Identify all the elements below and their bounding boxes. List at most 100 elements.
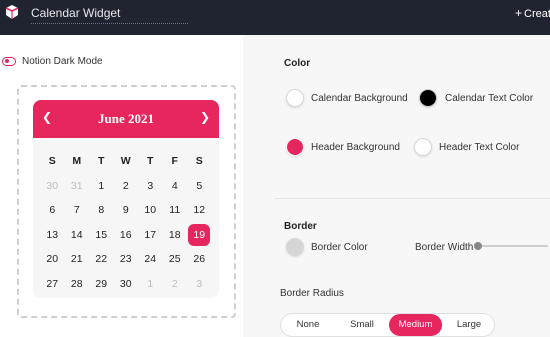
header-text-color-swatch[interactable] (414, 138, 432, 156)
create-label: Creat (524, 8, 550, 20)
day-number: 29 (95, 277, 108, 290)
calendar-day[interactable]: 29 (89, 272, 114, 297)
calendar-day[interactable]: 10 (138, 198, 163, 223)
calendar-day[interactable]: 7 (114, 296, 139, 298)
calendar-day[interactable]: 9 (163, 296, 188, 298)
dark-mode-toggle[interactable] (2, 57, 16, 66)
header-text-color-label: Header Text Color (439, 142, 520, 153)
calendar-day[interactable]: 4 (163, 174, 188, 199)
day-number: 23 (119, 253, 132, 265)
day-number: 24 (144, 253, 157, 265)
day-number: 14 (70, 228, 83, 241)
section-divider (275, 198, 550, 199)
calendar-background-label: Calendar Background (311, 93, 408, 104)
calendar-day[interactable]: 30 (114, 272, 139, 297)
color-section-title: Color (284, 58, 311, 69)
day-number: 1 (147, 277, 154, 290)
calendar-day[interactable]: 17 (138, 223, 163, 248)
calendar-day[interactable]: 30 (40, 174, 65, 199)
calendar-day[interactable]: 13 (40, 223, 65, 248)
calendar-day[interactable]: 31 (65, 174, 90, 199)
day-number: 10 (144, 204, 157, 216)
day-number: 30 (119, 277, 132, 290)
day-number: 20 (46, 253, 59, 265)
dark-mode-label: Notion Dark Mode (22, 56, 103, 67)
toggle-knob (4, 59, 9, 64)
day-number: 7 (73, 204, 80, 216)
radius-option-small[interactable]: Small (337, 314, 387, 336)
radius-option-medium[interactable]: Medium (389, 314, 442, 336)
calendar-day[interactable]: 28 (65, 272, 90, 297)
calendar-day[interactable]: 22 (89, 247, 114, 272)
calendar-day[interactable]: 8 (138, 296, 163, 298)
day-number: 17 (144, 228, 157, 241)
calendar-day[interactable]: 23 (114, 247, 139, 272)
calendar-day[interactable]: 3 (138, 174, 163, 199)
calendar-day[interactable]: 14 (65, 223, 90, 248)
top-bar: Calendar Widget + Creat (0, 0, 550, 35)
day-number: 6 (49, 204, 56, 216)
day-number: 31 (70, 179, 83, 192)
day-number: 25 (168, 253, 181, 265)
day-number: 9 (122, 204, 129, 216)
radius-option-large[interactable]: Large (444, 314, 494, 336)
weekday-header: W (120, 155, 131, 167)
calendar-text-color-swatch[interactable] (419, 89, 437, 107)
calendar-day[interactable]: 2 (114, 174, 139, 199)
border-color-swatch[interactable] (286, 238, 304, 256)
day-number: 26 (193, 253, 206, 265)
calendar-day[interactable]: 2 (163, 272, 188, 297)
calendar-day[interactable]: 15 (89, 223, 114, 248)
calendar-day[interactable]: 1 (138, 272, 163, 297)
day-number: 16 (119, 228, 132, 241)
day-number: 1 (98, 179, 105, 192)
weekday-header: F (171, 155, 178, 167)
header-background-swatch[interactable] (286, 138, 304, 156)
calendar-background-swatch[interactable] (286, 89, 304, 107)
header-background-label: Header Background (311, 142, 400, 153)
day-number: 3 (196, 277, 203, 290)
radius-option-none[interactable]: None (283, 314, 333, 336)
create-button[interactable]: + Creat (515, 6, 550, 20)
calendar-day[interactable]: 18 (163, 223, 188, 248)
calendar-text-color-label: Calendar Text Color (445, 93, 534, 104)
day-number: 28 (70, 277, 83, 290)
calendar-day[interactable]: 6 (89, 296, 114, 298)
calendar-day[interactable]: 11 (163, 198, 188, 223)
calendar-day[interactable]: 26 (187, 247, 212, 272)
calendar-day[interactable]: 6 (40, 198, 65, 223)
border-width-slider[interactable] (478, 245, 548, 247)
calendar-day[interactable]: 21 (65, 247, 90, 272)
calendar-grid: S M T W T F S 30 31 1 2 3 4 5 6 7 8 9 10 11 12 13 14 15 16 17 18 19… (40, 149, 212, 298)
border-section-title: Border (284, 221, 317, 232)
border-width-slider-thumb[interactable] (474, 242, 482, 250)
widget-title-input[interactable]: Calendar Widget (31, 4, 188, 24)
calendar-day[interactable]: 9 (114, 198, 139, 223)
calendar-day[interactable]: 10 (187, 296, 212, 298)
day-number: 30 (46, 179, 59, 192)
calendar-day[interactable]: 1 (89, 174, 114, 199)
calendar-day[interactable]: 4 (40, 296, 65, 298)
calendar-day[interactable]: 5 (65, 296, 90, 298)
day-number: 15 (95, 228, 108, 241)
calendar-day[interactable]: 7 (65, 198, 90, 223)
day-number: 27 (46, 277, 59, 290)
calendar-day[interactable]: 24 (138, 247, 163, 272)
calendar-day[interactable]: 25 (163, 247, 188, 272)
border-radius-selector: None Small Medium Large (280, 313, 495, 337)
calendar-day[interactable]: 16 (114, 223, 139, 248)
calendar-day[interactable]: 20 (40, 247, 65, 272)
calendar-header: ❮ June 2021 ❯ (33, 100, 219, 138)
calendar-day[interactable]: 27 (40, 272, 65, 297)
weekday-header: M (72, 155, 82, 167)
calendar-day[interactable]: 3 (187, 272, 212, 297)
border-color-label: Border Color (311, 242, 368, 253)
day-number: 21 (70, 253, 83, 265)
calendar-day-selected[interactable]: 19 (187, 223, 212, 248)
chevron-right-icon[interactable]: ❯ (198, 110, 212, 124)
calendar-day[interactable]: 12 (187, 198, 212, 223)
calendar-day[interactable]: 8 (89, 198, 114, 223)
calendar-month-title: June 2021 (98, 111, 154, 126)
plus-icon: + (515, 6, 523, 20)
calendar-day[interactable]: 5 (187, 174, 212, 199)
